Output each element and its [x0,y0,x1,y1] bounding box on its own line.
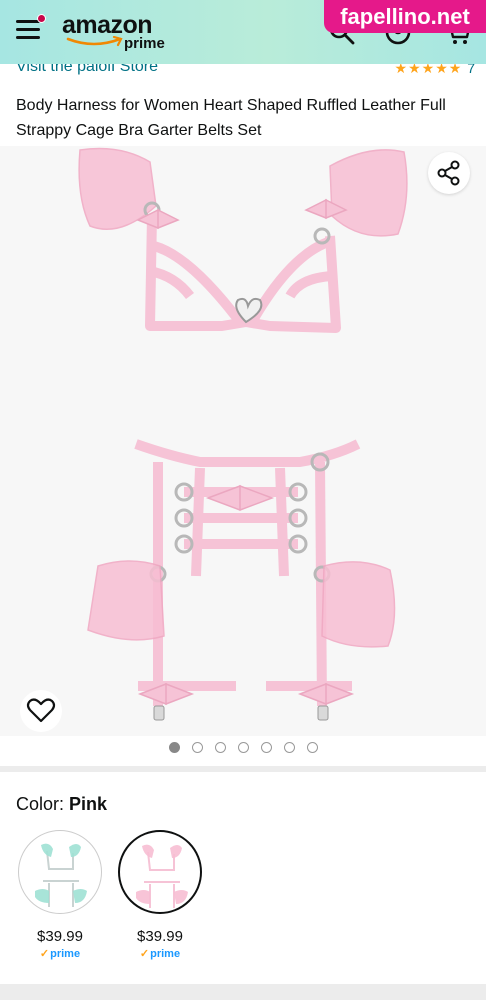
color-label-text: Color: [16,794,65,814]
share-button[interactable] [428,152,470,194]
pagination-dot[interactable] [260,742,272,753]
amazon-prime-logo[interactable]: amazon prime [62,12,182,56]
wishlist-button[interactable] [20,690,62,732]
prime-badge-text: prime [50,948,81,960]
gallery-pagination[interactable] [0,742,486,756]
watermark: fapellino.net [324,0,486,33]
prime-badge: ✓prime [18,947,102,960]
store-link[interactable]: Visit the palolI Store [16,64,158,76]
top-header: amazon prime fapellino.net [0,0,486,64]
bottom-divider [0,984,486,1000]
store-row: Visit the palolI Store ★★★★★ 7 [16,64,476,86]
color-option-pink[interactable] [118,830,202,914]
pagination-dot[interactable] [191,742,203,753]
heart-icon [26,698,56,723]
section-divider [0,766,486,772]
rating-stars[interactable]: ★★★★★ 7 [395,64,476,77]
rating-count: 7 [467,64,476,76]
product-image [78,147,408,721]
share-icon [437,160,460,186]
prime-badge: ✓prime [118,947,202,960]
logo-prime-text: prime [124,35,165,52]
product-title: Body Harness for Women Heart Shaped Ruff… [16,97,446,139]
prime-check-icon: ✓ [139,948,150,960]
swatch-image [136,844,188,908]
pagination-dot[interactable] [306,742,318,753]
pagination-dot[interactable] [214,742,226,753]
menu-icon[interactable] [16,14,46,40]
prime-check-icon: ✓ [39,948,50,960]
price-option-1: $39.99 [37,928,83,945]
prime-badge-text: prime [150,948,181,960]
pagination-dot[interactable] [168,742,180,753]
swatch-image [35,843,87,907]
price-option-2: $39.99 [137,928,183,945]
color-option-mint[interactable] [18,830,102,914]
pagination-dot[interactable] [237,742,249,753]
color-label: Color: Pink [16,794,107,815]
product-image-gallery[interactable] [0,146,486,736]
color-selected-value: Pink [69,794,108,814]
smile-icon [66,36,123,47]
pagination-dot[interactable] [283,742,295,753]
notification-dot [37,14,46,23]
